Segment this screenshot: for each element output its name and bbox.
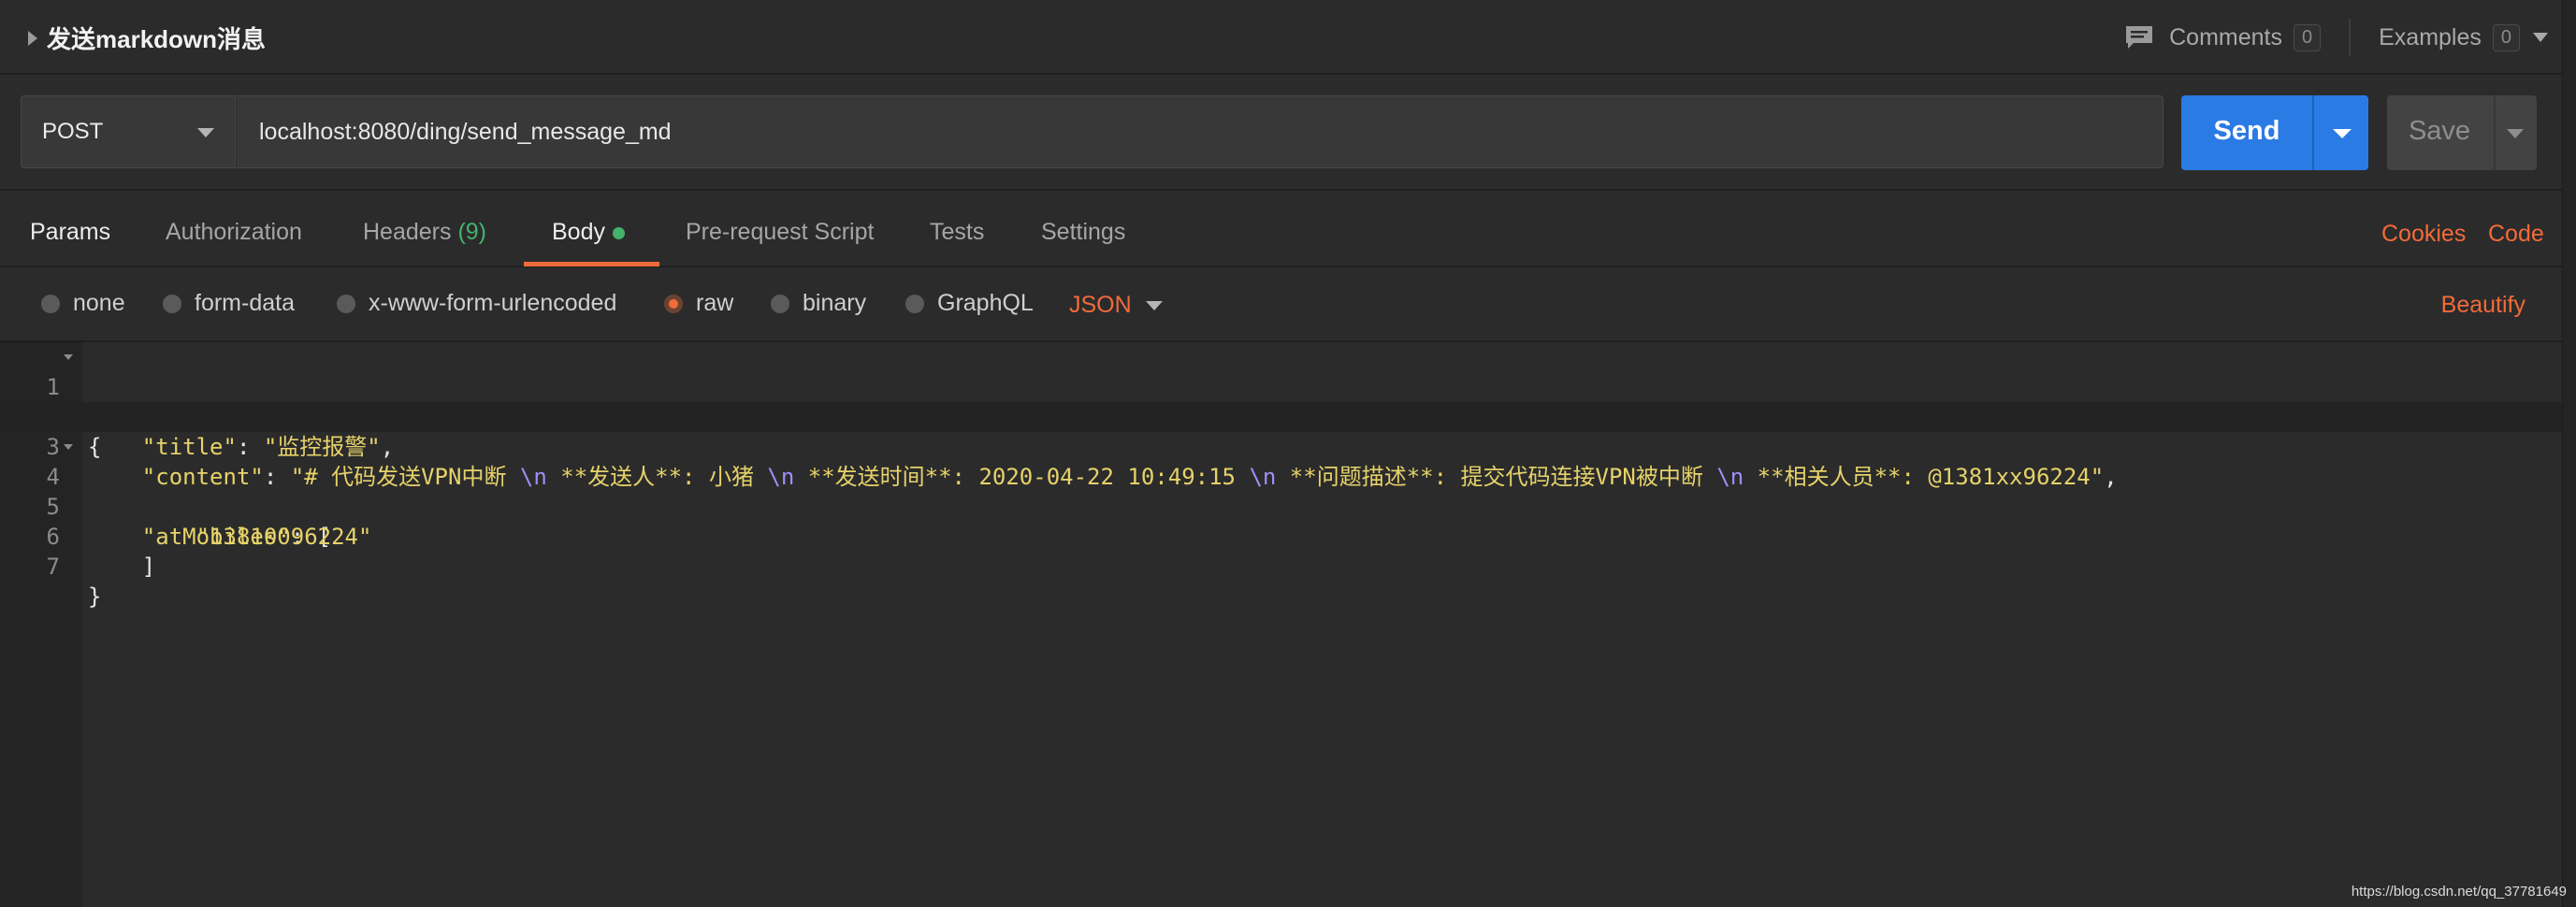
fold-arrow-icon[interactable] xyxy=(64,354,73,360)
code-line: 4 "atMobiles": [ xyxy=(0,432,2563,550)
code-text: } xyxy=(88,582,101,612)
examples-chevron-down-icon[interactable] xyxy=(2533,33,2548,42)
send-divider xyxy=(2312,95,2314,170)
code-editor[interactable]: 1 { 2 "title": "监控报警", 3 "content": "# 代… xyxy=(0,342,2563,907)
radio-binary-label: binary xyxy=(803,290,867,316)
radio-none[interactable]: none xyxy=(41,290,125,317)
send-button-group: Send xyxy=(2181,95,2368,170)
tab-tests[interactable]: Tests xyxy=(930,219,984,246)
examples-label[interactable]: Examples xyxy=(2379,24,2482,51)
tab-params[interactable]: Params xyxy=(30,219,110,246)
tab-authorization[interactable]: Authorization xyxy=(166,219,302,246)
method-select[interactable]: POST xyxy=(21,95,236,168)
radio-urlencoded-circle xyxy=(337,294,355,313)
url-input[interactable]: localhost:8080/ding/send_message_md xyxy=(237,95,2164,168)
radio-raw-label: raw xyxy=(696,290,734,316)
radio-binary[interactable]: binary xyxy=(771,290,866,317)
radio-raw-circle xyxy=(664,294,683,313)
tab-body[interactable]: Body xyxy=(552,219,625,246)
code-text: ] xyxy=(88,552,155,582)
tab-settings[interactable]: Settings xyxy=(1041,219,1125,246)
vertical-scrollbar[interactable] xyxy=(2562,0,2576,907)
comment-icon[interactable] xyxy=(2124,24,2154,50)
code-line: 3 "content": "# 代码发送VPN中断 \n **发送人**: 小猪… xyxy=(0,402,2563,490)
code-token: ] xyxy=(141,554,156,580)
radio-form-data-circle xyxy=(163,294,181,313)
radio-form-data[interactable]: form-data xyxy=(163,290,295,317)
body-type-selector: none form-data x-www-form-urlencoded raw… xyxy=(0,267,2576,342)
radio-none-circle xyxy=(41,294,60,313)
code-line: 2 "title": "监控报警", xyxy=(0,372,2563,460)
request-header: 发送markdown消息 Comments 0 Examples 0 xyxy=(0,0,2576,75)
save-options-chevron-icon[interactable] xyxy=(2507,129,2524,138)
request-tabs: Params Authorization Headers (9) Body Pr… xyxy=(0,189,2576,267)
tab-headers-label: Headers xyxy=(363,219,452,245)
header-divider xyxy=(2349,19,2352,56)
code-line: 6 ] xyxy=(0,492,2563,580)
url-bar: POST localhost:8080/ding/send_message_md… xyxy=(21,95,2537,170)
request-title-group[interactable]: 发送markdown消息 xyxy=(28,21,266,55)
code-line: 5 "13810096224" xyxy=(0,462,2563,550)
code-token: } xyxy=(88,583,102,610)
examples-count-badge: 0 xyxy=(2492,23,2520,51)
expand-triangle-icon[interactable] xyxy=(28,30,37,46)
line-number: 7 xyxy=(46,554,60,580)
radio-graphql[interactable]: GraphQL xyxy=(905,290,1034,317)
header-actions: Comments 0 Examples 0 xyxy=(2124,19,2548,56)
method-label: POST xyxy=(42,119,104,144)
headers-count: (9) xyxy=(457,219,487,245)
active-tab-underline xyxy=(524,262,659,266)
beautify-button[interactable]: Beautify xyxy=(2441,292,2525,319)
radio-urlencoded[interactable]: x-www-form-urlencoded xyxy=(337,290,616,317)
request-title[interactable]: 发送markdown消息 xyxy=(47,21,266,55)
format-select[interactable]: JSON xyxy=(1069,292,1132,319)
radio-urlencoded-label: x-www-form-urlencoded xyxy=(369,290,617,316)
tab-headers[interactable]: Headers (9) xyxy=(363,219,486,246)
fold-arrow-icon[interactable] xyxy=(64,444,73,450)
radio-none-label: none xyxy=(73,290,125,316)
radio-form-data-label: form-data xyxy=(195,290,295,316)
tab-body-label: Body xyxy=(552,219,605,245)
radio-raw[interactable]: raw xyxy=(664,290,733,317)
radio-graphql-label: GraphQL xyxy=(937,290,1034,316)
code-link[interactable]: Code xyxy=(2488,221,2544,248)
code-line: 7 } xyxy=(0,522,2563,610)
comments-label[interactable]: Comments xyxy=(2169,24,2282,51)
radio-binary-circle xyxy=(771,294,789,313)
send-options-chevron-icon[interactable] xyxy=(2333,129,2352,138)
radio-graphql-circle xyxy=(905,294,924,313)
tab-prerequest-script[interactable]: Pre-request Script xyxy=(686,219,874,246)
code-line: 1 { xyxy=(0,342,2563,460)
save-divider xyxy=(2494,95,2496,170)
method-chevron-down-icon xyxy=(197,128,214,137)
comments-count-badge: 0 xyxy=(2293,23,2322,51)
format-chevron-down-icon[interactable] xyxy=(1146,301,1163,310)
watermark-text: https://blog.csdn.net/qq_37781649 xyxy=(2351,884,2567,900)
save-button[interactable]: Save xyxy=(2387,116,2492,147)
save-button-group: Save xyxy=(2387,95,2537,170)
send-button[interactable]: Send xyxy=(2181,116,2312,147)
cookies-link[interactable]: Cookies xyxy=(2381,221,2466,248)
body-status-dot-icon xyxy=(612,226,625,239)
